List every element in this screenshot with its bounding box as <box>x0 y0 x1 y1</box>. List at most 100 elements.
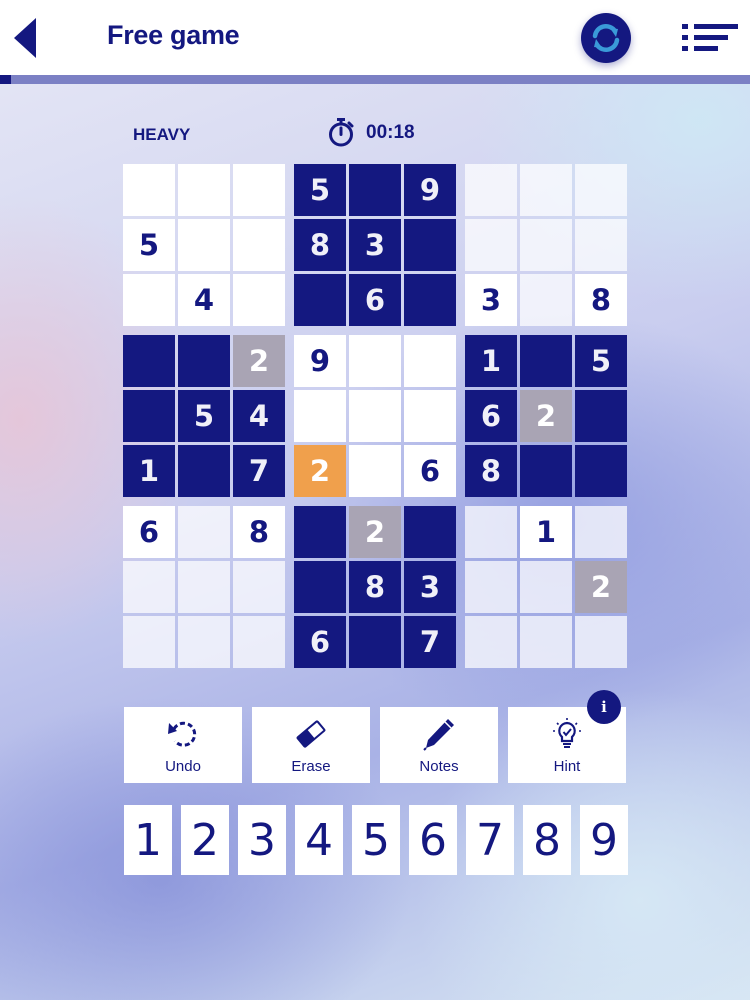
cell-r1-c4[interactable]: 5 <box>294 164 346 216</box>
number-key-2[interactable]: 2 <box>181 805 229 875</box>
cell-r1-c7[interactable] <box>465 164 517 216</box>
cell-r8-c6[interactable]: 3 <box>404 561 456 613</box>
cell-r1-c6[interactable]: 9 <box>404 164 456 216</box>
back-button[interactable] <box>10 16 40 60</box>
cell-r5-c8[interactable]: 2 <box>520 390 572 442</box>
cell-r3-c2[interactable]: 4 <box>178 274 230 326</box>
notes-button[interactable]: Notes <box>380 707 498 783</box>
undo-button[interactable]: Undo <box>124 707 242 783</box>
cell-r5-c7[interactable]: 6 <box>465 390 517 442</box>
cell-r3-c3[interactable] <box>233 274 285 326</box>
chevron-left-icon <box>14 18 36 58</box>
cell-r3-c6[interactable] <box>404 274 456 326</box>
cell-r4-c3[interactable]: 2 <box>233 335 285 387</box>
cell-r8-c7[interactable] <box>465 561 517 613</box>
cell-r9-c7[interactable] <box>465 616 517 668</box>
cell-r9-c9[interactable] <box>575 616 627 668</box>
cell-r7-c9[interactable] <box>575 506 627 558</box>
number-key-4[interactable]: 4 <box>295 805 343 875</box>
erase-button[interactable]: Erase <box>252 707 370 783</box>
cell-r1-c3[interactable] <box>233 164 285 216</box>
cell-r4-c7[interactable]: 1 <box>465 335 517 387</box>
cell-r8-c8[interactable] <box>520 561 572 613</box>
cell-r4-c6[interactable] <box>404 335 456 387</box>
cell-r5-c3[interactable]: 4 <box>233 390 285 442</box>
cell-r6-c4[interactable]: 2 <box>294 445 346 497</box>
number-key-5[interactable]: 5 <box>352 805 400 875</box>
cell-r7-c7[interactable] <box>465 506 517 558</box>
cell-r4-c8[interactable] <box>520 335 572 387</box>
cell-r2-c8[interactable] <box>520 219 572 271</box>
cell-r5-c2[interactable]: 5 <box>178 390 230 442</box>
cell-r5-c4[interactable] <box>294 390 346 442</box>
cell-r2-c5[interactable]: 3 <box>349 219 401 271</box>
cell-r4-c9[interactable]: 5 <box>575 335 627 387</box>
cell-r3-c1[interactable] <box>123 274 175 326</box>
cell-r9-c4[interactable]: 6 <box>294 616 346 668</box>
cell-r5-c5[interactable] <box>349 390 401 442</box>
cell-r5-c6[interactable] <box>404 390 456 442</box>
cell-r6-c7[interactable]: 8 <box>465 445 517 497</box>
cell-r3-c5[interactable]: 6 <box>349 274 401 326</box>
cell-r8-c2[interactable] <box>178 561 230 613</box>
cell-r4-c2[interactable] <box>178 335 230 387</box>
cell-r6-c2[interactable] <box>178 445 230 497</box>
cell-r2-c9[interactable] <box>575 219 627 271</box>
number-key-3[interactable]: 3 <box>238 805 286 875</box>
cell-r8-c1[interactable] <box>123 561 175 613</box>
cell-r3-c9[interactable]: 8 <box>575 274 627 326</box>
hint-info-badge[interactable]: i <box>587 690 621 724</box>
cell-r3-c7[interactable]: 3 <box>465 274 517 326</box>
number-key-7[interactable]: 7 <box>466 805 514 875</box>
cell-r4-c5[interactable] <box>349 335 401 387</box>
cell-r3-c4[interactable] <box>294 274 346 326</box>
cell-r9-c1[interactable] <box>123 616 175 668</box>
cell-r1-c1[interactable] <box>123 164 175 216</box>
cell-r5-c1[interactable] <box>123 390 175 442</box>
cell-r1-c5[interactable] <box>349 164 401 216</box>
menu-button[interactable] <box>682 24 738 52</box>
cell-r6-c3[interactable]: 7 <box>233 445 285 497</box>
cell-r8-c5[interactable]: 8 <box>349 561 401 613</box>
cell-r7-c4[interactable] <box>294 506 346 558</box>
cell-r7-c6[interactable] <box>404 506 456 558</box>
cell-r1-c8[interactable] <box>520 164 572 216</box>
cell-r5-c9[interactable] <box>575 390 627 442</box>
cell-r6-c9[interactable] <box>575 445 627 497</box>
progress-bar <box>0 75 750 84</box>
cell-r6-c5[interactable] <box>349 445 401 497</box>
number-key-6[interactable]: 6 <box>409 805 457 875</box>
cell-r2-c6[interactable] <box>404 219 456 271</box>
cell-r9-c8[interactable] <box>520 616 572 668</box>
cell-r8-c4[interactable] <box>294 561 346 613</box>
cell-r9-c6[interactable]: 7 <box>404 616 456 668</box>
cell-r7-c5[interactable]: 2 <box>349 506 401 558</box>
cell-r7-c8[interactable]: 1 <box>520 506 572 558</box>
cell-r8-c9[interactable]: 2 <box>575 561 627 613</box>
cell-r6-c1[interactable]: 1 <box>123 445 175 497</box>
cell-r2-c7[interactable] <box>465 219 517 271</box>
number-key-8[interactable]: 8 <box>523 805 571 875</box>
pen-icon <box>423 719 454 751</box>
cell-r7-c3[interactable]: 8 <box>233 506 285 558</box>
cell-r7-c1[interactable]: 6 <box>123 506 175 558</box>
cell-r6-c8[interactable] <box>520 445 572 497</box>
cell-r9-c3[interactable] <box>233 616 285 668</box>
cell-r2-c2[interactable] <box>178 219 230 271</box>
cell-r9-c2[interactable] <box>178 616 230 668</box>
cell-r2-c4[interactable]: 8 <box>294 219 346 271</box>
cell-r9-c5[interactable] <box>349 616 401 668</box>
cell-r1-c9[interactable] <box>575 164 627 216</box>
new-game-button[interactable] <box>581 13 631 63</box>
cell-r3-c8[interactable] <box>520 274 572 326</box>
cell-r1-c2[interactable] <box>178 164 230 216</box>
cell-r2-c3[interactable] <box>233 219 285 271</box>
cell-r8-c3[interactable] <box>233 561 285 613</box>
cell-r4-c1[interactable] <box>123 335 175 387</box>
cell-r4-c4[interactable]: 9 <box>294 335 346 387</box>
cell-r7-c2[interactable] <box>178 506 230 558</box>
number-key-9[interactable]: 9 <box>580 805 628 875</box>
number-key-1[interactable]: 1 <box>124 805 172 875</box>
cell-r6-c6[interactable]: 6 <box>404 445 456 497</box>
cell-r2-c1[interactable]: 5 <box>123 219 175 271</box>
